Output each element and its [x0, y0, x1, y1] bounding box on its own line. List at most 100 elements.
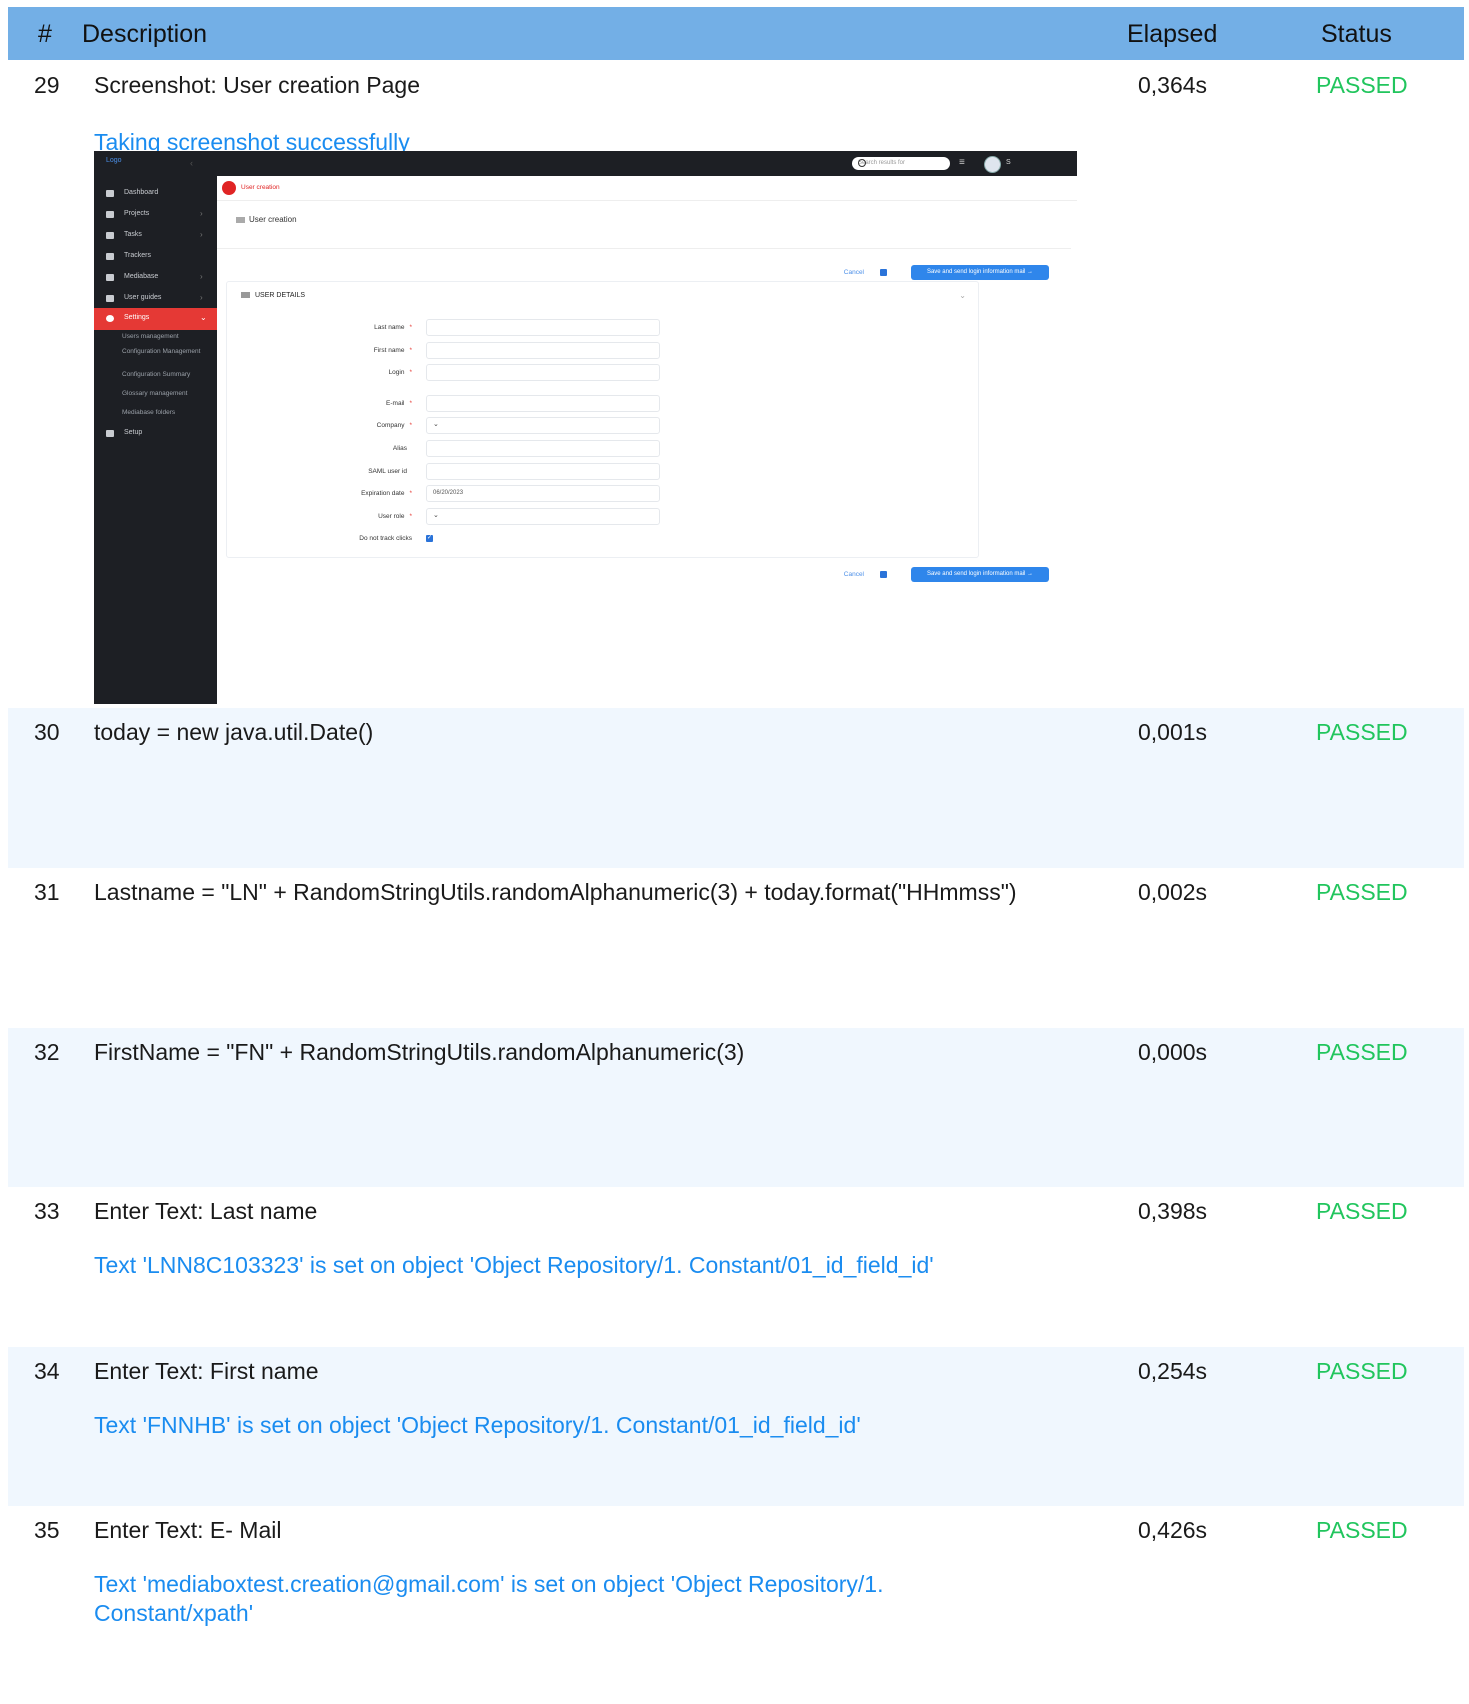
- row-status: PASSED: [1316, 72, 1408, 98]
- table-row: 35 Enter Text: E- Mail 0,426s PASSED Tex…: [8, 1506, 1464, 1666]
- avatar[interactable]: [984, 156, 1001, 173]
- field-label: Alias: [392, 445, 407, 452]
- submenu-configuration-summary[interactable]: Configuration Summary: [122, 371, 214, 379]
- toggle-icon: [106, 430, 114, 437]
- label-company: Company *: [377, 422, 412, 429]
- cancel-button[interactable]: Cancel: [844, 269, 864, 276]
- save-and-send-button[interactable]: Save and send login information mail →: [911, 567, 1049, 582]
- submenu-users-management[interactable]: Users management: [122, 333, 214, 341]
- field-label: First name: [373, 347, 405, 354]
- required-marker: *: [409, 513, 412, 520]
- save-icon[interactable]: [880, 269, 887, 276]
- sidebar-item-label: Projects: [124, 210, 150, 217]
- row-elapsed: 0,001s: [1138, 719, 1208, 745]
- expiration-date-input[interactable]: 06/20/2023: [426, 485, 660, 502]
- field-label: E-mail: [386, 400, 405, 407]
- row-num: 34: [34, 1358, 60, 1384]
- sidebar-item-label: Tasks: [124, 231, 142, 238]
- chevron-left-icon[interactable]: ‹: [190, 158, 193, 168]
- field-label: SAML user id: [368, 468, 407, 475]
- field-label: Last name: [374, 324, 405, 331]
- table-row: 32 FirstName = "FN" + RandomStringUtils.…: [8, 1028, 1464, 1187]
- saml-user-id-input[interactable]: [426, 463, 660, 480]
- tab-user-creation[interactable]: User creation: [217, 176, 1077, 201]
- field-label: Company: [376, 422, 405, 429]
- divider: [217, 248, 1071, 249]
- save-and-send-button[interactable]: Save and send login information mail →: [911, 265, 1049, 280]
- search-input[interactable]: Search results for: [852, 157, 950, 170]
- user-role-select[interactable]: ⌄: [426, 508, 660, 525]
- header-elapsed: Elapsed: [1127, 20, 1218, 48]
- row-status: PASSED: [1316, 1517, 1408, 1543]
- row-elapsed: 0,254s: [1138, 1358, 1208, 1384]
- image-icon: [106, 274, 114, 281]
- submenu-configuration-management[interactable]: Configuration Management: [122, 348, 214, 356]
- top-actions: Cancel Save and send login information m…: [789, 265, 1049, 280]
- label-saml-user-id: SAML user id: [368, 468, 412, 475]
- test-report: # Description Elapsed Status 29 Screensh…: [8, 7, 1464, 1666]
- breadcrumb: User creation: [236, 215, 297, 224]
- login-input[interactable]: [426, 364, 660, 381]
- chevron-right-icon: ›: [200, 293, 203, 302]
- sidebar-item-mediabase[interactable]: Mediabase ›: [94, 267, 217, 289]
- sidebar-item-user-guides[interactable]: User guides ›: [94, 288, 217, 310]
- chevron-down-icon: ⌄: [433, 421, 439, 428]
- menu-icon[interactable]: ≡: [959, 157, 965, 168]
- sidebar-item-trackers[interactable]: Trackers: [94, 246, 217, 268]
- submenu-mediabase-folders[interactable]: Mediabase folders: [122, 409, 214, 417]
- required-marker: *: [409, 369, 412, 376]
- folder-icon: [222, 181, 236, 195]
- required-marker: *: [409, 347, 412, 354]
- label-user-role: User role *: [378, 513, 412, 520]
- embedded-screenshot: Logo ‹ Dashboard Projects › Tasks › Tracke…: [94, 151, 1077, 704]
- card-title-label: USER DETAILS: [255, 292, 306, 299]
- field-label: Login: [388, 369, 405, 376]
- card-title: USER DETAILS: [241, 292, 305, 299]
- row-elapsed: 0,426s: [1138, 1517, 1208, 1543]
- chevron-right-icon: ›: [200, 272, 203, 281]
- logo: Logo: [106, 157, 122, 164]
- row-elapsed: 0,364s: [1138, 72, 1208, 98]
- save-icon[interactable]: [880, 571, 887, 578]
- row-elapsed: 0,398s: [1138, 1198, 1208, 1224]
- chevron-right-icon: ›: [200, 230, 203, 239]
- sidebar-item-label: User guides: [124, 294, 162, 301]
- company-select[interactable]: ⌄: [426, 417, 660, 434]
- sidebar-item-settings[interactable]: Settings ⌄: [94, 308, 217, 330]
- bottom-actions: Cancel Save and send login information m…: [789, 567, 1049, 582]
- report-header: # Description Elapsed Status: [8, 7, 1464, 60]
- first-name-input[interactable]: [426, 342, 660, 359]
- row-status: PASSED: [1316, 1198, 1408, 1224]
- submenu-glossary-management[interactable]: Glossary management: [122, 390, 214, 398]
- chevron-down-icon[interactable]: ⌄: [959, 291, 966, 300]
- gear-icon: [106, 315, 114, 322]
- last-name-input[interactable]: [426, 319, 660, 336]
- sidebar-item-label: Setup: [124, 429, 143, 436]
- chevron-down-icon: ⌄: [200, 313, 207, 322]
- table-row: 31 Lastname = "LN" + RandomStringUtils.r…: [8, 868, 1464, 1028]
- sidebar-item-projects[interactable]: Projects ›: [94, 204, 217, 226]
- cancel-button[interactable]: Cancel: [844, 571, 864, 578]
- label-last-name: Last name *: [374, 324, 412, 331]
- alias-input[interactable]: [426, 440, 660, 457]
- sidebar-item-tasks[interactable]: Tasks ›: [94, 225, 217, 247]
- row-description: FirstName = "FN" + RandomStringUtils.ran…: [94, 1039, 745, 1065]
- row-message: Text 'mediaboxtest.creation@gmail.com' i…: [94, 1571, 884, 1626]
- avatar-label: S: [1006, 159, 1011, 166]
- sidebar-item-dashboard[interactable]: Dashboard: [94, 183, 217, 205]
- row-num: 35: [34, 1517, 60, 1543]
- do-not-track-checkbox[interactable]: ✓: [426, 535, 433, 542]
- folder-icon: [106, 211, 114, 218]
- header-status: Status: [1321, 20, 1392, 48]
- email-field[interactable]: [426, 395, 660, 412]
- app-sidebar: Logo ‹ Dashboard Projects › Tasks › Tracke…: [94, 151, 217, 704]
- row-description: Screenshot: User creation Page: [94, 72, 421, 98]
- sidebar-item-label: Dashboard: [124, 189, 159, 196]
- label-do-not-track-clicks: Do not track clicks: [359, 535, 412, 542]
- row-num: 31: [34, 879, 60, 905]
- sidebar-item-label: Mediabase: [124, 273, 159, 280]
- header-description: Description: [82, 20, 208, 48]
- sidebar-item-setup[interactable]: Setup: [94, 423, 217, 445]
- header-num: #: [38, 20, 52, 48]
- field-value: 06/20/2023: [433, 490, 464, 496]
